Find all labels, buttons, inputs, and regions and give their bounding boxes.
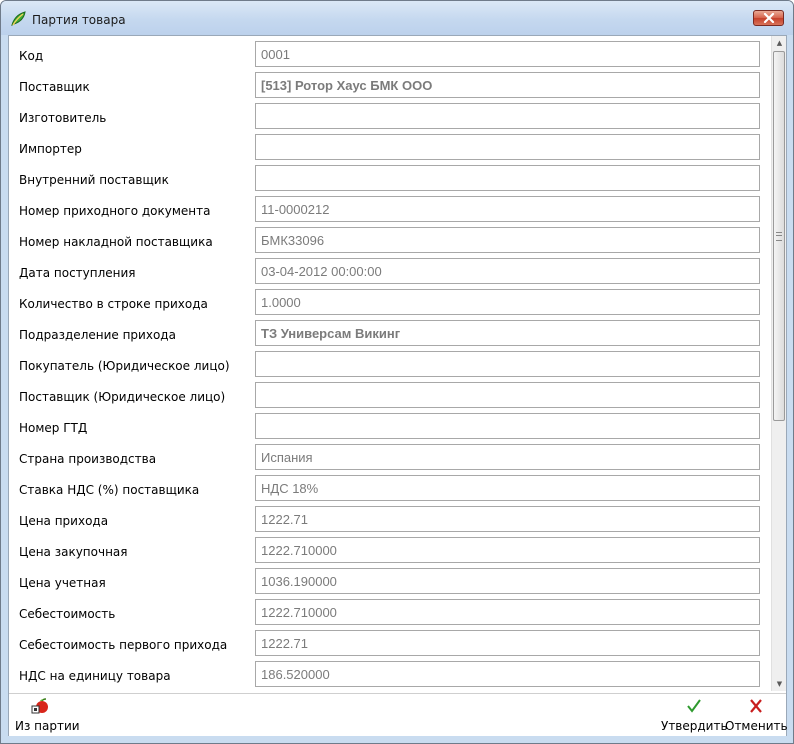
form-row: Себестоимость первого прихода 1222.71 bbox=[9, 630, 771, 658]
bottom-toolbar: Из партии Утвердить Отменить bbox=[9, 693, 788, 736]
field-label: Номер накладной поставщика bbox=[19, 235, 213, 249]
field-input[interactable]: 1222.71 bbox=[255, 506, 760, 532]
field-input[interactable]: 1222.710000 bbox=[255, 599, 760, 625]
green-check-icon bbox=[687, 699, 702, 713]
field-input[interactable]: Испания bbox=[255, 444, 760, 470]
field-input[interactable] bbox=[255, 103, 760, 129]
field-input[interactable]: 1.0000 bbox=[255, 289, 760, 315]
window-title: Партия товара bbox=[32, 13, 126, 27]
vertical-scrollbar[interactable]: ▲ ▼ bbox=[771, 36, 786, 691]
cancel-label: Отменить bbox=[725, 719, 788, 733]
close-button[interactable] bbox=[753, 10, 784, 26]
form-row: Номер приходного документа 11-0000212 bbox=[9, 196, 771, 224]
scroll-down-icon[interactable]: ▼ bbox=[772, 677, 787, 691]
field-input[interactable] bbox=[255, 351, 760, 377]
from-batch-label: Из партии bbox=[15, 719, 80, 733]
field-label: Дата поступления bbox=[19, 266, 136, 280]
red-cross-icon bbox=[750, 699, 763, 713]
form-row: Количество в строке прихода 1.0000 bbox=[9, 289, 771, 317]
form-row: Ставка НДС (%) поставщика НДС 18% bbox=[9, 475, 771, 503]
form-row: Поставщик (Юридическое лицо) bbox=[9, 382, 771, 410]
form-row: Код 0001 bbox=[9, 41, 771, 69]
field-label: Себестоимость первого прихода bbox=[19, 638, 228, 652]
form-row: Подразделение прихода ТЗ Универсам Викинг bbox=[9, 320, 771, 348]
field-label: Ставка НДС (%) поставщика bbox=[19, 483, 200, 497]
field-label: Поставщик bbox=[19, 80, 90, 94]
field-label: Номер ГТД bbox=[19, 421, 88, 435]
form-row: Дата поступления 03-04-2012 00:00:00 bbox=[9, 258, 771, 286]
field-label: Себестоимость bbox=[19, 607, 116, 621]
app-leaf-icon bbox=[11, 11, 26, 26]
field-label: Внутренний поставщик bbox=[19, 173, 169, 187]
field-input[interactable]: 1036.190000 bbox=[255, 568, 760, 594]
field-label: Импортер bbox=[19, 142, 82, 156]
field-label: Изготовитель bbox=[19, 111, 107, 125]
form-row: Внутренний поставщик bbox=[9, 165, 771, 193]
field-input[interactable]: 0001 bbox=[255, 41, 760, 67]
form-row: Цена закупочная 1222.710000 bbox=[9, 537, 771, 565]
field-label: Поставщик (Юридическое лицо) bbox=[19, 390, 226, 404]
field-input[interactable]: 11-0000212 bbox=[255, 196, 760, 222]
field-input[interactable]: [513] Ротор Хаус БМК ООО bbox=[255, 72, 760, 98]
field-input[interactable]: 186.520000 bbox=[255, 661, 760, 687]
form-row: Номер ГТД bbox=[9, 413, 771, 441]
cancel-button[interactable]: Отменить bbox=[725, 698, 788, 733]
field-label: Код bbox=[19, 49, 44, 63]
field-input[interactable]: БМК33096 bbox=[255, 227, 760, 253]
scroll-thumb[interactable] bbox=[773, 51, 785, 421]
form-row: Поставщик [513] Ротор Хаус БМК ООО bbox=[9, 72, 771, 100]
form-row: Изготовитель bbox=[9, 103, 771, 131]
form-row: Импортер bbox=[9, 134, 771, 162]
field-label: Номер приходного документа bbox=[19, 204, 211, 218]
grip-icon bbox=[776, 232, 782, 241]
form-row: Покупатель (Юридическое лицо) bbox=[9, 351, 771, 379]
close-icon bbox=[763, 13, 775, 23]
apple-copy-icon bbox=[31, 698, 48, 714]
form-area: Код 0001 Поставщик [513] Ротор Хаус БМК ООО… bbox=[9, 36, 771, 691]
field-label: Страна производства bbox=[19, 452, 157, 466]
scroll-up-icon[interactable]: ▲ bbox=[772, 36, 787, 50]
confirm-label: Утвердить bbox=[661, 719, 728, 733]
field-label: Покупатель (Юридическое лицо) bbox=[19, 359, 230, 373]
form-row: Номер накладной поставщика БМК33096 bbox=[9, 227, 771, 255]
field-input[interactable] bbox=[255, 413, 760, 439]
from-batch-button[interactable]: Из партии bbox=[15, 698, 80, 733]
field-input[interactable]: 03-04-2012 00:00:00 bbox=[255, 258, 760, 284]
field-label: Цена закупочная bbox=[19, 545, 128, 559]
field-label: Цена прихода bbox=[19, 514, 109, 528]
field-input[interactable] bbox=[255, 382, 760, 408]
field-label: НДС на единицу товара bbox=[19, 669, 171, 683]
form-row: НДС на единицу товара 186.520000 bbox=[9, 661, 771, 689]
field-input[interactable] bbox=[255, 165, 760, 191]
field-label: Цена учетная bbox=[19, 576, 106, 590]
field-input[interactable] bbox=[255, 134, 760, 160]
dialog-body: Код 0001 Поставщик [513] Ротор Хаус БМК ООО… bbox=[8, 35, 788, 736]
confirm-button[interactable]: Утвердить bbox=[661, 698, 728, 733]
form-row: Цена учетная 1036.190000 bbox=[9, 568, 771, 596]
field-input[interactable]: ТЗ Универсам Викинг bbox=[255, 320, 760, 346]
field-input[interactable]: НДС 18% bbox=[255, 475, 760, 501]
field-input[interactable]: 1222.71 bbox=[255, 630, 760, 656]
title-bar[interactable]: Партия товара bbox=[1, 1, 793, 35]
field-label: Количество в строке прихода bbox=[19, 297, 208, 311]
field-input[interactable]: 1222.710000 bbox=[255, 537, 760, 563]
form-row: Цена прихода 1222.71 bbox=[9, 506, 771, 534]
dialog-window: Партия товара Код 0001 Поставщик [513] Рото… bbox=[0, 0, 794, 744]
form-row: Страна производства Испания bbox=[9, 444, 771, 472]
field-label: Подразделение прихода bbox=[19, 328, 176, 342]
form-row: Себестоимость 1222.710000 bbox=[9, 599, 771, 627]
